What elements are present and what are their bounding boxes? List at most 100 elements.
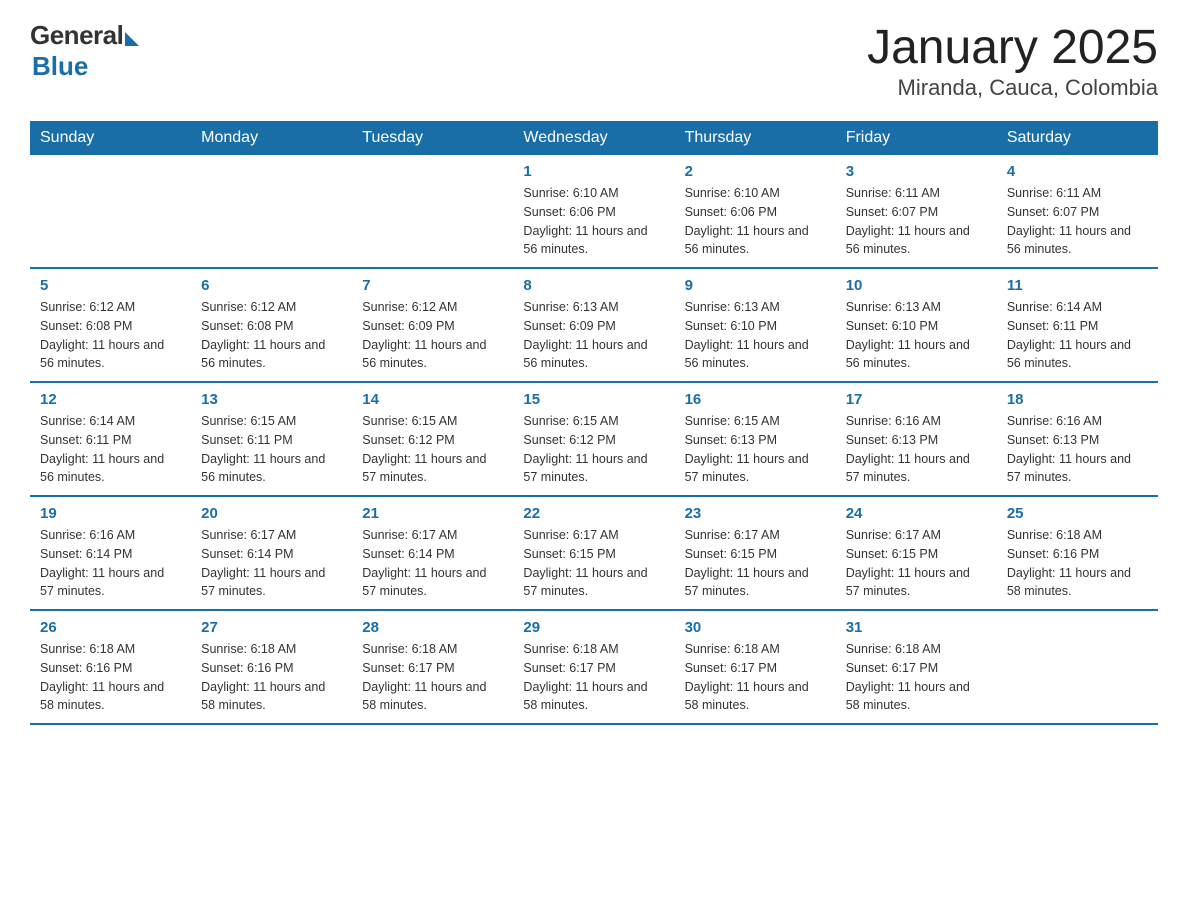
week-row-2: 5 Sunrise: 6:12 AMSunset: 6:08 PMDaylight… [30, 268, 1158, 382]
day-number: 4 [1007, 163, 1148, 180]
calendar-cell: 24 Sunrise: 6:17 AMSunset: 6:15 PMDayligh… [836, 496, 997, 610]
day-info: Sunrise: 6:18 AMSunset: 6:17 PMDaylight:… [685, 640, 826, 715]
weekday-header-saturday: Saturday [997, 121, 1158, 155]
calendar-cell: 21Sunrise: 6:17 AMSunset: 6:14 PMDayligh… [352, 496, 513, 610]
day-info: Sunrise: 6:18 AMSunset: 6:17 PMDaylight:… [523, 640, 664, 715]
day-number: 17 [846, 391, 987, 408]
day-number: 16 [685, 391, 826, 408]
calendar-cell: 19Sunrise: 6:16 AMSunset: 6:14 PMDayligh… [30, 496, 191, 610]
day-info: Sunrise: 6:11 AMSunset: 6:07 PMDaylight:… [846, 184, 987, 259]
day-info: Sunrise: 6:14 AMSunset: 6:11 PMDaylight:… [40, 412, 181, 487]
day-number: 19 [40, 505, 181, 522]
day-number: 21 [362, 505, 503, 522]
page-subtitle: Miranda, Cauca, Colombia [867, 75, 1158, 101]
day-info: Sunrise: 6:10 AMSunset: 6:06 PMDaylight:… [685, 184, 826, 259]
title-area: January 2025 Miranda, Cauca, Colombia [867, 20, 1158, 101]
calendar-cell [352, 155, 513, 268]
day-info: Sunrise: 6:12 AMSunset: 6:08 PMDaylight:… [40, 298, 181, 373]
day-info: Sunrise: 6:13 AMSunset: 6:09 PMDaylight:… [523, 298, 664, 373]
day-info: Sunrise: 6:10 AMSunset: 6:06 PMDaylight:… [523, 184, 664, 259]
day-number: 12 [40, 391, 181, 408]
day-number: 24 [846, 505, 987, 522]
day-info: Sunrise: 6:18 AMSunset: 6:16 PMDaylight:… [201, 640, 342, 715]
day-number: 11 [1007, 277, 1148, 294]
calendar-cell: 2 Sunrise: 6:10 AMSunset: 6:06 PMDaylight… [675, 155, 836, 268]
day-info: Sunrise: 6:18 AMSunset: 6:17 PMDaylight:… [846, 640, 987, 715]
day-info: Sunrise: 6:15 AMSunset: 6:13 PMDaylight:… [685, 412, 826, 487]
day-number: 9 [685, 277, 826, 294]
calendar-cell: 5 Sunrise: 6:12 AMSunset: 6:08 PMDaylight… [30, 268, 191, 382]
calendar-cell: 7Sunrise: 6:12 AMSunset: 6:09 PMDaylight… [352, 268, 513, 382]
day-number: 8 [523, 277, 664, 294]
logo-arrow-icon [125, 32, 139, 46]
weekday-header-friday: Friday [836, 121, 997, 155]
day-number: 27 [201, 619, 342, 636]
calendar-cell: 6Sunrise: 6:12 AMSunset: 6:08 PMDaylight… [191, 268, 352, 382]
day-info: Sunrise: 6:17 AMSunset: 6:15 PMDaylight:… [523, 526, 664, 601]
calendar-cell: 8 Sunrise: 6:13 AMSunset: 6:09 PMDaylight… [513, 268, 674, 382]
day-info: Sunrise: 6:15 AMSunset: 6:12 PMDaylight:… [362, 412, 503, 487]
day-number: 1 [523, 163, 664, 180]
logo: General Blue [30, 20, 139, 82]
weekday-header-row: SundayMondayTuesdayWednesdayThursdayFrid… [30, 121, 1158, 155]
calendar-cell: 15 Sunrise: 6:15 AMSunset: 6:12 PMDayligh… [513, 382, 674, 496]
weekday-header-wednesday: Wednesday [513, 121, 674, 155]
week-row-5: 26 Sunrise: 6:18 AMSunset: 6:16 PMDayligh… [30, 610, 1158, 724]
day-number: 23 [685, 505, 826, 522]
weekday-header-sunday: Sunday [30, 121, 191, 155]
calendar-cell: 23 Sunrise: 6:17 AMSunset: 6:15 PMDayligh… [675, 496, 836, 610]
day-number: 15 [523, 391, 664, 408]
calendar-cell: 16 Sunrise: 6:15 AMSunset: 6:13 PMDayligh… [675, 382, 836, 496]
calendar-cell: 12 Sunrise: 6:14 AMSunset: 6:11 PMDayligh… [30, 382, 191, 496]
day-info: Sunrise: 6:16 AMSunset: 6:13 PMDaylight:… [846, 412, 987, 487]
calendar-cell: 4 Sunrise: 6:11 AMSunset: 6:07 PMDaylight… [997, 155, 1158, 268]
calendar-cell: 17 Sunrise: 6:16 AMSunset: 6:13 PMDayligh… [836, 382, 997, 496]
weekday-header-monday: Monday [191, 121, 352, 155]
day-number: 7 [362, 277, 503, 294]
day-info: Sunrise: 6:13 AMSunset: 6:10 PMDaylight:… [685, 298, 826, 373]
day-info: Sunrise: 6:11 AMSunset: 6:07 PMDaylight:… [1007, 184, 1148, 259]
calendar-cell: 27 Sunrise: 6:18 AMSunset: 6:16 PMDayligh… [191, 610, 352, 724]
week-row-3: 12 Sunrise: 6:14 AMSunset: 6:11 PMDayligh… [30, 382, 1158, 496]
day-info: Sunrise: 6:17 AMSunset: 6:15 PMDaylight:… [685, 526, 826, 601]
calendar-cell: 13 Sunrise: 6:15 AMSunset: 6:11 PMDayligh… [191, 382, 352, 496]
day-info: Sunrise: 6:13 AMSunset: 6:10 PMDaylight:… [846, 298, 987, 373]
calendar-header: SundayMondayTuesdayWednesdayThursdayFrid… [30, 121, 1158, 155]
day-info: Sunrise: 6:18 AMSunset: 6:17 PMDaylight:… [362, 640, 503, 715]
day-number: 13 [201, 391, 342, 408]
day-info: Sunrise: 6:14 AMSunset: 6:11 PMDaylight:… [1007, 298, 1148, 373]
calendar-cell: 3 Sunrise: 6:11 AMSunset: 6:07 PMDaylight… [836, 155, 997, 268]
day-info: Sunrise: 6:17 AMSunset: 6:14 PMDaylight:… [201, 526, 342, 601]
day-number: 30 [685, 619, 826, 636]
day-number: 22 [523, 505, 664, 522]
day-number: 5 [40, 277, 181, 294]
day-number: 31 [846, 619, 987, 636]
day-number: 18 [1007, 391, 1148, 408]
day-info: Sunrise: 6:17 AMSunset: 6:15 PMDaylight:… [846, 526, 987, 601]
weekday-header-thursday: Thursday [675, 121, 836, 155]
calendar-cell: 20 Sunrise: 6:17 AMSunset: 6:14 PMDayligh… [191, 496, 352, 610]
calendar-cell: 14 Sunrise: 6:15 AMSunset: 6:12 PMDayligh… [352, 382, 513, 496]
day-number: 2 [685, 163, 826, 180]
day-number: 20 [201, 505, 342, 522]
day-number: 26 [40, 619, 181, 636]
calendar-cell: 1 Sunrise: 6:10 AMSunset: 6:06 PMDaylight… [513, 155, 674, 268]
calendar-cell: 22 Sunrise: 6:17 AMSunset: 6:15 PMDayligh… [513, 496, 674, 610]
day-info: Sunrise: 6:16 AMSunset: 6:13 PMDaylight:… [1007, 412, 1148, 487]
day-number: 14 [362, 391, 503, 408]
calendar-cell: 28Sunrise: 6:18 AMSunset: 6:17 PMDayligh… [352, 610, 513, 724]
calendar-cell [997, 610, 1158, 724]
calendar-cell: 9 Sunrise: 6:13 AMSunset: 6:10 PMDaylight… [675, 268, 836, 382]
calendar-cell: 26 Sunrise: 6:18 AMSunset: 6:16 PMDayligh… [30, 610, 191, 724]
week-row-4: 19Sunrise: 6:16 AMSunset: 6:14 PMDayligh… [30, 496, 1158, 610]
day-info: Sunrise: 6:15 AMSunset: 6:12 PMDaylight:… [523, 412, 664, 487]
day-info: Sunrise: 6:18 AMSunset: 6:16 PMDaylight:… [40, 640, 181, 715]
day-number: 3 [846, 163, 987, 180]
calendar-table: SundayMondayTuesdayWednesdayThursdayFrid… [30, 121, 1158, 725]
page-header: General Blue January 2025 Miranda, Cauca… [30, 20, 1158, 101]
calendar-cell: 30 Sunrise: 6:18 AMSunset: 6:17 PMDayligh… [675, 610, 836, 724]
calendar-cell: 10Sunrise: 6:13 AMSunset: 6:10 PMDayligh… [836, 268, 997, 382]
day-info: Sunrise: 6:15 AMSunset: 6:11 PMDaylight:… [201, 412, 342, 487]
day-number: 6 [201, 277, 342, 294]
day-number: 29 [523, 619, 664, 636]
